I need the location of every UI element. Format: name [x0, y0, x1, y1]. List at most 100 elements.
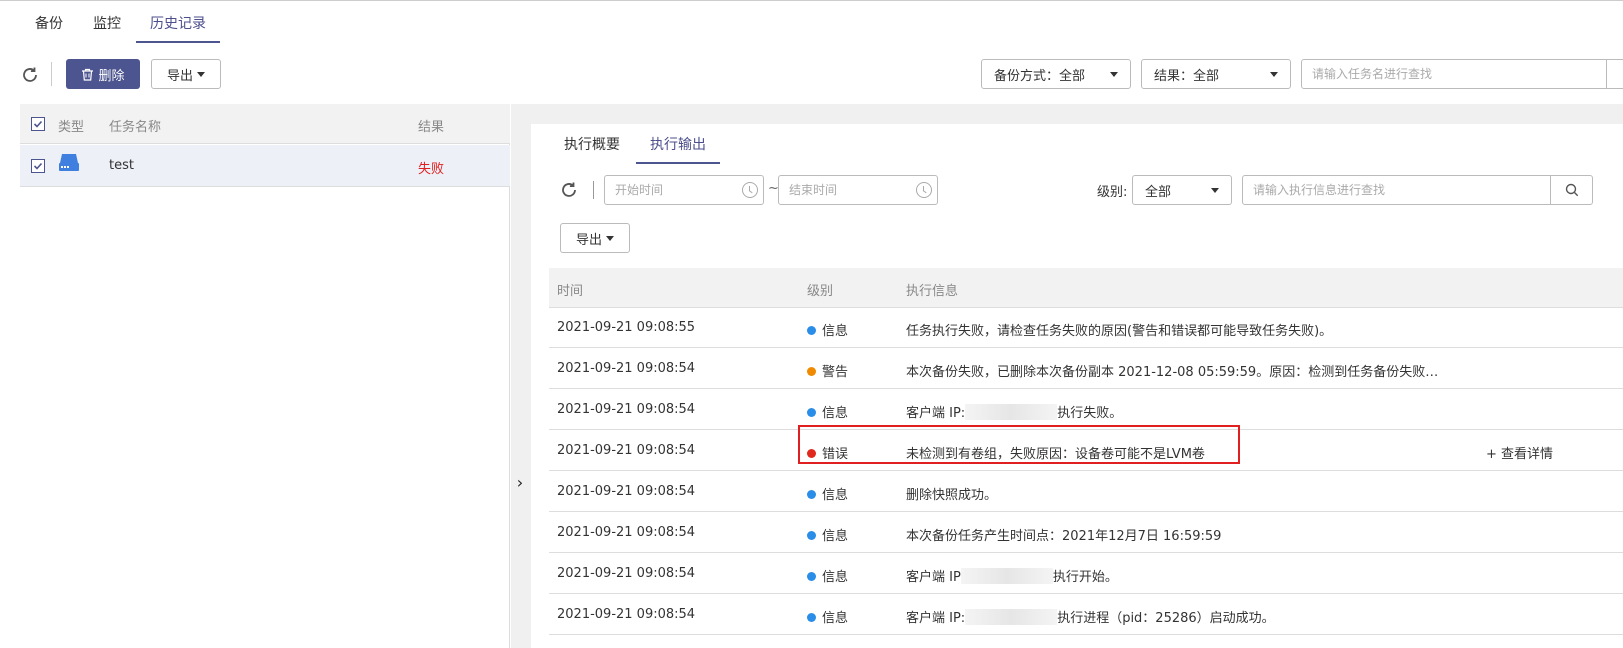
column-result: 结果 — [418, 120, 445, 135]
task-search-button[interactable] — [1606, 59, 1623, 89]
log-level: 错误 — [807, 443, 848, 462]
log-time: 2021-09-21 09:08:54 — [557, 607, 696, 622]
status-dot — [807, 531, 816, 540]
task-list-panel: 类型 任务名称 结果 test 失败 — [20, 104, 510, 648]
delete-label: 删除 — [98, 68, 125, 84]
log-time: 2021-09-21 09:08:54 — [557, 443, 696, 458]
column-type: 类型 — [58, 120, 85, 135]
log-message: 客户端 IP: 执行进程（pid：25286）启动成功。 — [906, 607, 1275, 626]
log-level: 信息 — [807, 402, 848, 421]
panel-gutter-left — [511, 104, 531, 648]
view-details-link[interactable]: + 查看详情 — [1486, 443, 1553, 462]
chevron-down-icon — [1110, 72, 1118, 77]
column-time: 时间 — [557, 284, 584, 299]
log-level: 信息 — [807, 607, 848, 626]
status-dot — [807, 449, 816, 458]
clock-icon — [742, 182, 758, 198]
status-dot — [807, 613, 816, 622]
toolbar-divider — [51, 62, 52, 86]
log-row: 2021-09-21 09:08:54 警告 本次备份失败，已删除本次备份副本 … — [549, 349, 1623, 389]
task-search-input[interactable] — [1301, 59, 1607, 89]
execution-search-button[interactable] — [1551, 175, 1593, 205]
result-select[interactable]: 结果：全部 — [1141, 59, 1291, 89]
redacted-ip — [965, 404, 1058, 420]
chevron-down-icon — [1270, 72, 1278, 77]
refresh-icon[interactable] — [20, 65, 40, 85]
tab-execution-summary[interactable]: 执行概要 — [564, 134, 620, 164]
log-time: 2021-09-21 09:08:54 — [557, 484, 696, 499]
log-level: 信息 — [807, 320, 848, 339]
clock-icon — [916, 182, 932, 198]
log-table-header: 时间 级别 执行信息 — [549, 268, 1623, 308]
delete-button[interactable]: 删除 — [66, 59, 140, 89]
log-level: 警告 — [807, 361, 848, 380]
tab-history[interactable]: 历史记录 — [136, 13, 220, 43]
message-suffix: 执行开始。 — [1052, 570, 1118, 585]
chevron-right-icon[interactable]: › — [512, 472, 528, 492]
status-dot — [807, 572, 816, 581]
row-checkbox[interactable] — [31, 159, 45, 173]
toolbar-divider — [593, 181, 594, 199]
chevron-down-icon — [606, 235, 614, 241]
column-message: 执行信息 — [906, 284, 959, 299]
log-level-text: 信息 — [822, 611, 849, 626]
select-all-checkbox[interactable] — [31, 117, 45, 131]
log-level: 信息 — [807, 484, 848, 503]
log-time: 2021-09-21 09:08:54 — [557, 566, 696, 581]
panel-gutter-top — [511, 104, 1623, 124]
export-label: 导出 — [166, 68, 193, 84]
log-row: 2021-09-21 09:08:54 信息 客户端 IP 执行开始。 — [549, 554, 1623, 594]
log-time: 2021-09-21 09:08:54 — [557, 361, 696, 376]
execution-search-input[interactable] — [1242, 175, 1551, 205]
log-level: 信息 — [807, 525, 848, 544]
message-suffix: 执行失败。 — [1057, 406, 1123, 421]
log-level: 信息 — [807, 566, 848, 585]
chevron-down-icon — [1211, 188, 1219, 193]
log-export-button[interactable]: 导出 — [560, 223, 630, 253]
task-name[interactable]: test — [109, 158, 134, 173]
start-time-input[interactable] — [604, 175, 764, 205]
log-message: 客户端 IP 执行开始。 — [906, 566, 1118, 585]
log-row: 2021-09-21 09:08:54 信息 删除快照成功。 — [549, 472, 1623, 512]
message-suffix: 执行进程（pid：25286）启动成功。 — [1057, 611, 1275, 626]
status-dot — [807, 408, 816, 417]
export-button[interactable]: 导出 — [151, 59, 221, 89]
level-select[interactable]: 全部 — [1132, 175, 1232, 205]
tab-execution-output[interactable]: 执行输出 — [636, 134, 720, 164]
top-tab-bar: 备份 监控 历史记录 — [0, 0, 1623, 44]
log-export-label: 导出 — [575, 232, 602, 248]
log-message: 客户端 IP: 执行失败。 — [906, 402, 1122, 421]
log-row: 2021-09-21 09:08:54 信息 客户端 IP: 执行失败。 — [549, 390, 1623, 430]
log-row: 2021-09-21 09:08:54 错误 未检测到有卷组，失败原因：设备卷可… — [549, 431, 1623, 471]
log-message: 删除快照成功。 — [906, 488, 998, 503]
log-row: 2021-09-21 09:08:54 信息 客户端 IP: 执行进程（pid：2… — [549, 595, 1623, 635]
message-prefix: 客户端 IP: — [906, 406, 966, 421]
search-icon — [1565, 183, 1578, 197]
end-time-input[interactable] — [778, 175, 938, 205]
log-message: 未检测到有卷组，失败原因：设备卷可能不是LVM卷 — [906, 447, 1205, 462]
log-message: 本次备份任务产生时间点：2021年12月7日 16:59:59 — [906, 529, 1222, 544]
column-task-name: 任务名称 — [109, 120, 162, 135]
log-row: 2021-09-21 09:08:55 信息 任务执行失败，请检查任务失败的原因… — [549, 308, 1623, 348]
log-time: 2021-09-21 09:08:54 — [557, 525, 696, 540]
log-message: 任务执行失败，请检查任务失败的原因(警告和错误都可能导致任务失败)。 — [906, 324, 1333, 339]
tab-monitor[interactable]: 监控 — [93, 13, 121, 43]
status-dot — [807, 367, 816, 376]
server-icon — [59, 154, 79, 171]
check-icon — [33, 120, 43, 128]
log-level-text: 信息 — [822, 529, 849, 544]
refresh-icon[interactable] — [559, 180, 579, 200]
task-row[interactable]: test 失败 — [20, 145, 510, 187]
redacted-ip — [960, 568, 1053, 584]
task-result: 失败 — [418, 162, 445, 177]
backup-mode-value: 备份方式：全部 — [994, 68, 1086, 84]
log-message: 本次备份失败，已删除本次备份副本 2021-12-08 05:59:59。原因：… — [906, 365, 1439, 380]
level-value: 全部 — [1145, 184, 1172, 200]
log-level-text: 信息 — [822, 406, 849, 421]
backup-mode-select[interactable]: 备份方式：全部 — [981, 59, 1131, 89]
log-time: 2021-09-21 09:08:55 — [557, 320, 696, 335]
chevron-down-icon — [197, 71, 205, 77]
message-prefix: 客户端 IP: — [906, 611, 966, 626]
tab-backup[interactable]: 备份 — [35, 13, 63, 43]
execution-detail-panel: 执行概要 执行输出 ~ 级别: 全部 导出 时间 级别 执行信息 2021-09… — [531, 124, 1623, 648]
